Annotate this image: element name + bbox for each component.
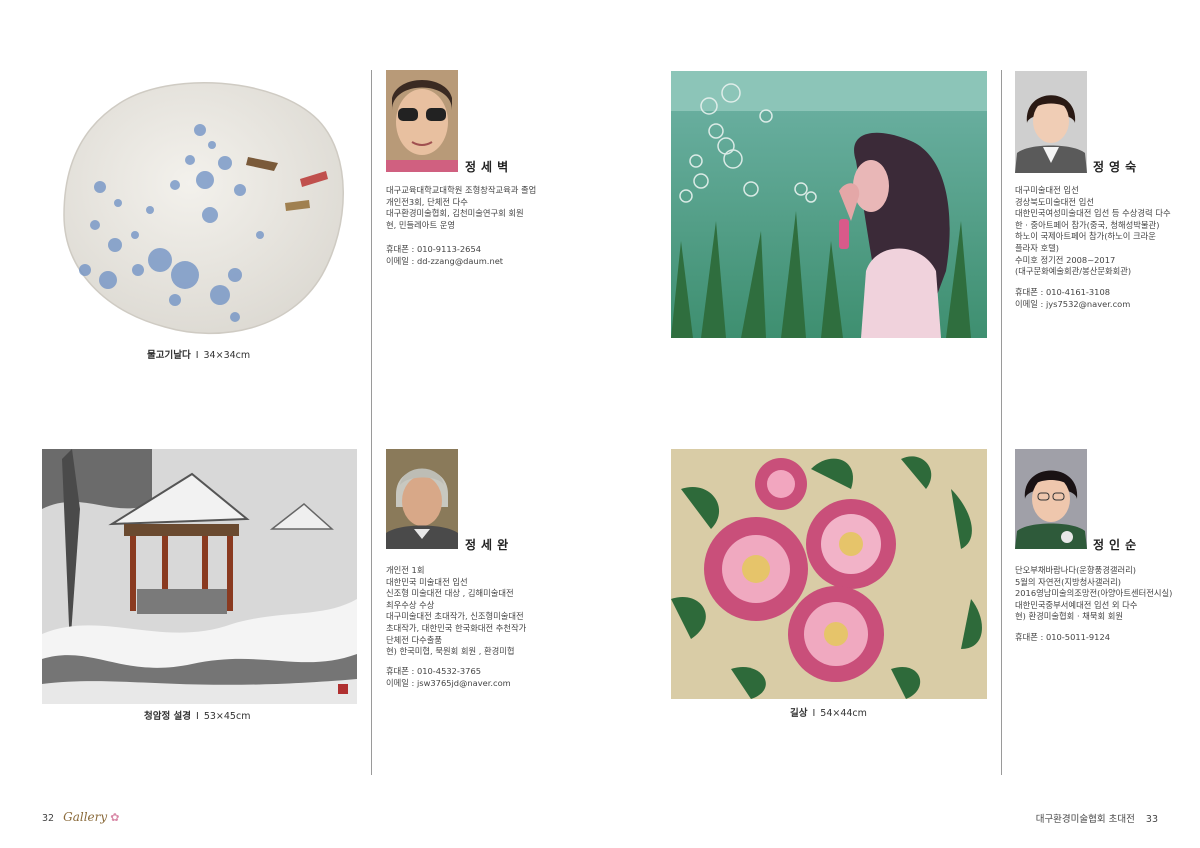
artist-bio: 단오부채바람나다(운향풍경갤러리) 5월의 자연전(지방청사갤러리) 2016영… bbox=[1015, 565, 1173, 622]
artwork-caption-1: 물고기날다 I 34×34cm bbox=[147, 350, 251, 361]
artwork-image-bubbles-girl bbox=[671, 71, 987, 338]
column-divider-left bbox=[371, 70, 372, 775]
artwork-caption-2: 청암정 설경 I 53×45cm bbox=[144, 711, 251, 722]
artist-name: 정영숙 bbox=[1093, 160, 1142, 174]
column-divider-right bbox=[1001, 70, 1002, 775]
artwork-image-peonies bbox=[671, 449, 987, 699]
footer-left: 32 Gallery ✿ bbox=[42, 810, 119, 824]
artwork-title: 청암정 설경 bbox=[144, 711, 192, 722]
artist-contact: 휴대폰 : 010-4532-3765 이메일 : jsw3765jd@nave… bbox=[386, 666, 511, 688]
artist-name: 정인순 bbox=[1093, 538, 1142, 552]
artist-portrait-jeong-sebyeok bbox=[386, 70, 458, 172]
page-number-left: 32 bbox=[42, 813, 55, 824]
artist-contact: 휴대폰 : 010-4161-3108 이메일 : jys7532@naver.… bbox=[1015, 287, 1131, 309]
artwork-caption-3: 길상 I 54×44cm bbox=[790, 708, 867, 719]
artist-contact: 휴대폰 : 010-5011-9124 bbox=[1015, 632, 1111, 642]
flower-icon: ✿ bbox=[110, 811, 120, 824]
artwork-size: 54×44cm bbox=[820, 708, 867, 719]
artwork-title: 길상 bbox=[790, 708, 808, 719]
footer-right: 대구환경미술협회 초대전 33 bbox=[1036, 811, 1158, 825]
artwork-title: 물고기날다 bbox=[147, 350, 191, 361]
artwork-image-snowy-pavilion bbox=[42, 449, 357, 704]
artwork-image-fish-flying bbox=[60, 75, 350, 340]
page-number-right: 33 bbox=[1145, 814, 1158, 825]
gallery-brand: Gallery bbox=[63, 810, 108, 824]
artwork-size: 34×34cm bbox=[203, 350, 251, 361]
artist-portrait-jeong-yeongsuk bbox=[1015, 71, 1087, 173]
artist-portrait-jeong-insun bbox=[1015, 449, 1087, 549]
artist-portrait-jeong-sewan bbox=[386, 449, 458, 549]
artist-contact: 휴대폰 : 010-9113-2654 이메일 : dd-zzang@daum.… bbox=[386, 244, 504, 266]
artwork-size: 53×45cm bbox=[203, 711, 251, 722]
artist-name: 정세벽 bbox=[465, 160, 514, 174]
artist-bio: 대구미술대전 입선 경상북도미술대전 입선 대한민국여성미술대전 입선 등 수상… bbox=[1015, 185, 1171, 277]
artist-bio: 대구교육대학교대학원 조형창작교육과 졸업 개인전3회, 단체전 다수 대구환경… bbox=[386, 185, 537, 230]
artist-bio: 개인전 1회 대한민국 미술대전 입선 신조형 미술대전 대상 , 김해미술대전… bbox=[386, 565, 527, 657]
artist-name: 정세완 bbox=[465, 538, 514, 552]
publication-title: 대구환경미술협회 초대전 bbox=[1035, 814, 1135, 825]
